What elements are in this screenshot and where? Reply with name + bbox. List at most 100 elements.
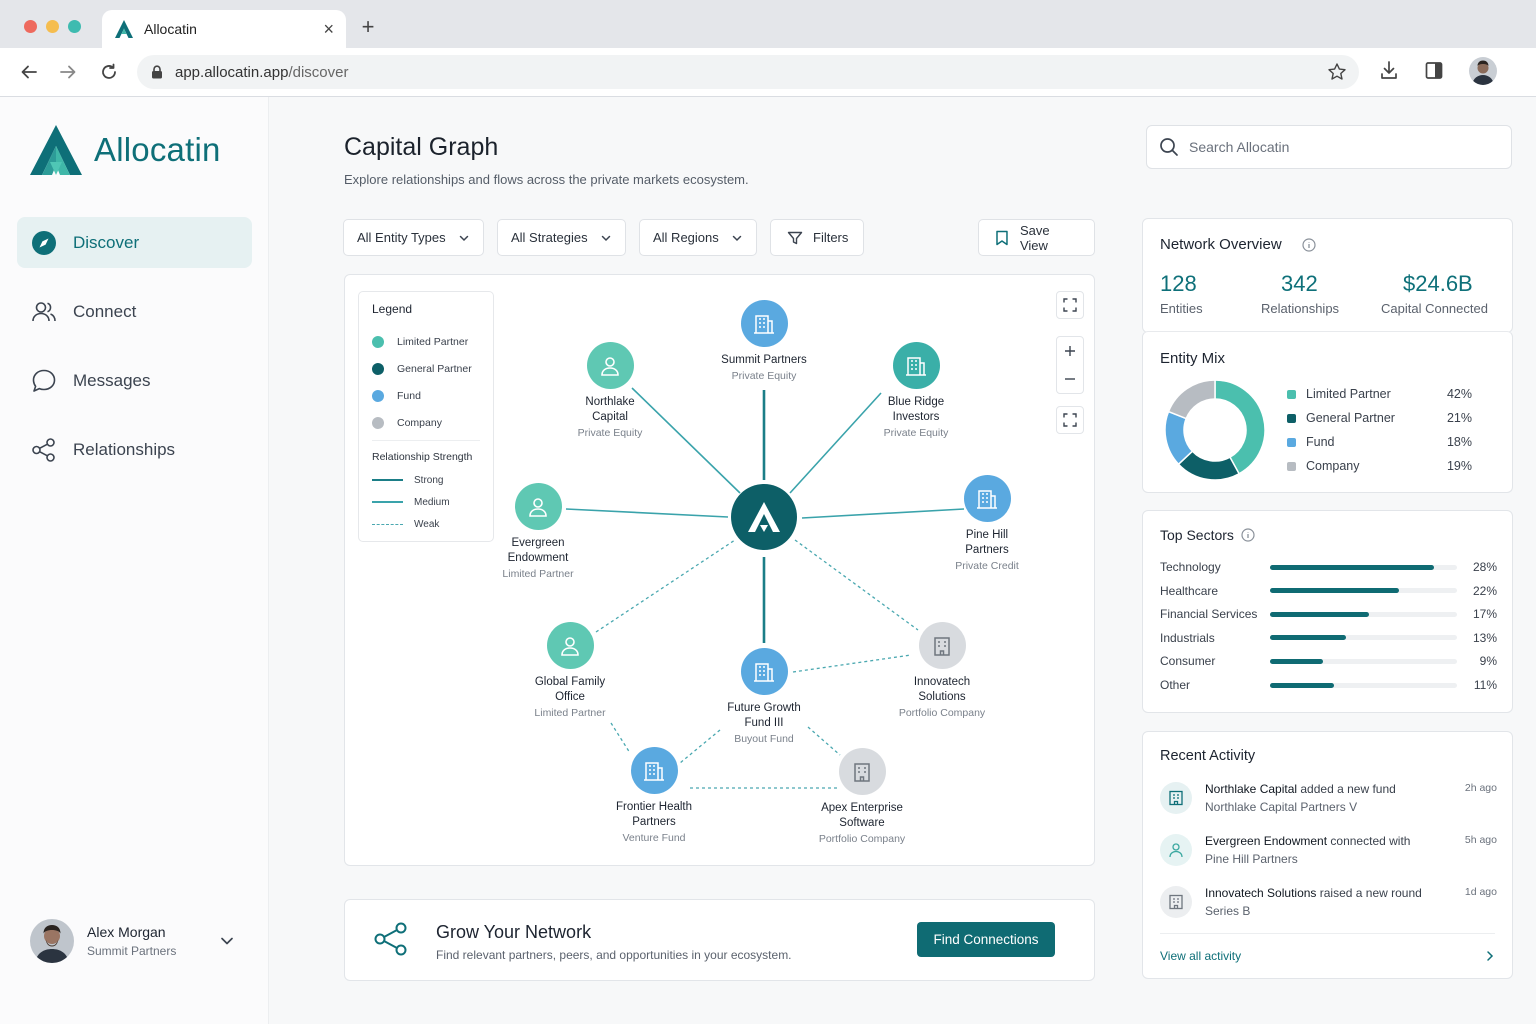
allocatin-logo-icon xyxy=(30,125,82,175)
entity-mix-panel: Entity Mix Limited Partner 42% General Pa… xyxy=(1142,331,1513,493)
sector-row: Other 11% xyxy=(1160,676,1497,694)
sidebar-item-relationships[interactable]: Relationships xyxy=(17,424,252,475)
stat-value: 342 xyxy=(1281,271,1318,296)
search-box[interactable] xyxy=(1146,125,1512,169)
fullscreen-button[interactable] xyxy=(1056,291,1084,319)
search-input[interactable] xyxy=(1189,139,1489,155)
sector-bar xyxy=(1270,658,1457,664)
close-window-button[interactable] xyxy=(24,20,37,33)
graph-node[interactable]: Future Growth Fund III Buyout Fund xyxy=(694,648,834,745)
zoom-in-icon[interactable] xyxy=(1063,344,1077,358)
maximize-window-button[interactable] xyxy=(68,20,81,33)
sector-bar xyxy=(1270,611,1457,617)
donut-slice xyxy=(1167,379,1216,420)
app-root: Allocatin Discover Connect Messages Rela… xyxy=(0,97,1536,1024)
user-org: Summit Partners xyxy=(87,944,177,958)
entity-type-dropdown[interactable]: All Entity Types xyxy=(343,219,484,256)
building-icon xyxy=(630,747,678,794)
browser-tab[interactable]: Allocatin × xyxy=(102,10,346,48)
stat-value: $24.6B xyxy=(1403,271,1473,296)
building-icon xyxy=(963,475,1011,522)
activity-item[interactable]: Evergreen Endowment connected with Pine … xyxy=(1160,834,1497,874)
save-view-label: Save View xyxy=(1019,222,1050,253)
fit-view-button[interactable] xyxy=(1056,406,1084,434)
page-title: Capital Graph xyxy=(344,133,499,161)
back-button[interactable] xyxy=(17,60,41,84)
tab-title: Allocatin xyxy=(144,21,197,37)
reload-button[interactable] xyxy=(97,60,121,84)
region-dropdown[interactable]: All Regions xyxy=(639,219,757,256)
sector-label: Industrials xyxy=(1160,630,1215,645)
info-icon[interactable] xyxy=(1241,528,1255,542)
filters-button[interactable]: Filters xyxy=(770,219,864,256)
sidebar-toggle-icon[interactable] xyxy=(1424,60,1444,82)
sector-bar-fill xyxy=(1270,611,1370,617)
graph-node[interactable]: Summit Partners Private Equity xyxy=(694,300,834,382)
chevron-down-icon xyxy=(732,235,742,241)
graph-node[interactable]: Pine Hill Partners Private Credit xyxy=(917,475,1057,572)
edge-weak xyxy=(794,539,919,631)
legend-item: Company xyxy=(372,409,480,436)
share-nodes-icon xyxy=(374,922,407,956)
entity-type-value: All Entity Types xyxy=(357,230,446,245)
view-all-activity-link[interactable]: View all activity xyxy=(1160,949,1241,963)
center-node-allocatin[interactable] xyxy=(731,484,797,550)
strategy-dropdown[interactable]: All Strategies xyxy=(497,219,626,256)
bookmark-star-icon[interactable] xyxy=(1327,62,1347,82)
find-connections-button[interactable]: Find Connections xyxy=(917,922,1055,957)
sector-row: Industrials 13% xyxy=(1160,629,1497,647)
compass-icon xyxy=(32,230,56,255)
panel-title: Top Sectors xyxy=(1160,527,1255,543)
user-info: Alex Morgan Summit Partners xyxy=(87,924,176,958)
forward-button[interactable] xyxy=(56,60,80,84)
network-overview-panel: Network Overview 128 Entities 342 Relati… xyxy=(1142,218,1513,333)
graph-node[interactable]: Global Family Office Limited Partner xyxy=(500,622,640,719)
sector-pct: 28% xyxy=(1472,560,1497,574)
download-icon[interactable] xyxy=(1379,60,1399,82)
sector-bar-fill xyxy=(1270,658,1323,664)
zoom-controls xyxy=(1056,336,1084,394)
graph-node[interactable]: Evergreen Endowment Limited Partner xyxy=(468,483,608,580)
building-icon xyxy=(740,648,788,695)
sector-pct: 11% xyxy=(1473,678,1497,692)
minimize-window-button[interactable] xyxy=(46,20,59,33)
url-field[interactable]: app.allocatin.app/discover xyxy=(137,55,1359,89)
sidebar-item-discover[interactable]: Discover xyxy=(17,217,252,268)
sidebar-item-label: Messages xyxy=(73,370,151,390)
url-text: app.allocatin.app/discover xyxy=(175,63,349,81)
sector-label: Financial Services xyxy=(1160,607,1258,622)
edge-weak xyxy=(595,539,736,633)
company-icon xyxy=(838,748,886,795)
browser-profile-avatar[interactable] xyxy=(1469,57,1497,85)
users-icon xyxy=(32,301,56,321)
new-tab-button[interactable]: + xyxy=(356,14,380,40)
sector-bar-fill xyxy=(1270,682,1335,688)
sidebar-item-connect[interactable]: Connect xyxy=(17,286,252,337)
bookmark-icon xyxy=(996,230,1008,245)
allocatin-logo-icon xyxy=(115,20,133,38)
info-icon[interactable] xyxy=(1302,238,1316,252)
chevron-down-icon[interactable] xyxy=(219,933,235,949)
zoom-out-icon[interactable] xyxy=(1063,372,1077,386)
tab-close-icon[interactable]: × xyxy=(323,19,334,40)
sector-row: Consumer 9% xyxy=(1160,652,1497,670)
arrow-right-icon xyxy=(60,65,76,79)
page-subtitle: Explore relationships and flows across t… xyxy=(344,172,749,187)
save-view-button[interactable]: Save View xyxy=(978,219,1095,256)
graph-node[interactable]: Northlake Capital Private Equity xyxy=(540,342,680,439)
top-sectors-panel: Top Sectors Technology 28% Healthcare 22% Fi… xyxy=(1142,510,1513,713)
user-menu[interactable]: Alex Morgan Summit Partners xyxy=(30,919,245,963)
graph-node[interactable]: Apex Enterprise Software Portfolio Compan… xyxy=(792,748,932,845)
graph-node[interactable]: Innovatech Solutions Portfolio Company xyxy=(872,622,1012,719)
recent-activity-panel: Recent Activity Northlake Capital added … xyxy=(1142,731,1513,979)
browser-tab-bar: Allocatin × + xyxy=(0,0,1536,48)
sector-bar-fill xyxy=(1270,588,1399,594)
activity-item[interactable]: Northlake Capital added a new fund North… xyxy=(1160,782,1497,822)
sidebar-item-messages[interactable]: Messages xyxy=(17,355,252,406)
graph-node[interactable]: Frontier Health Partners Venture Fund xyxy=(584,747,724,844)
graph-node[interactable]: Blue Ridge Investors Private Equity xyxy=(846,342,986,439)
brand[interactable]: Allocatin xyxy=(30,125,221,175)
chevron-right-icon[interactable] xyxy=(1484,950,1496,962)
strategy-value: All Strategies xyxy=(511,230,588,245)
activity-item[interactable]: Innovatech Solutions raised a new round … xyxy=(1160,886,1497,926)
